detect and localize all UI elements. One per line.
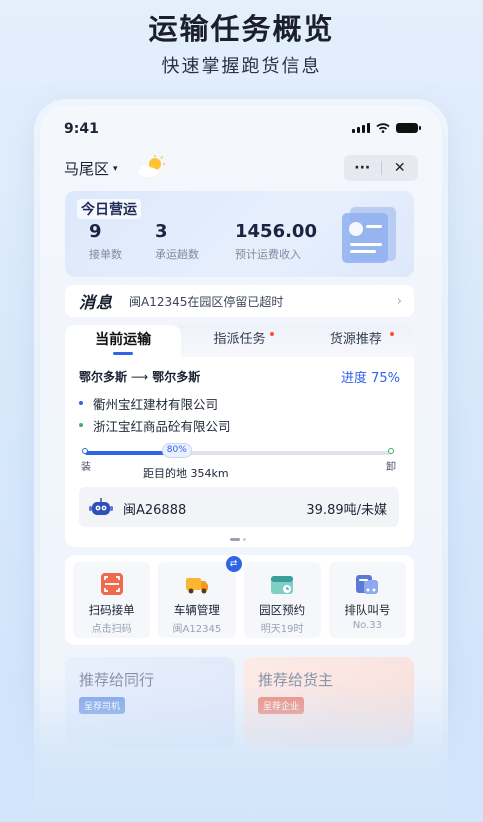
- status-time: 9:41: [64, 121, 99, 137]
- recommend-title: 推荐给同行: [79, 671, 155, 689]
- chevron-down-icon: ▾: [113, 163, 118, 174]
- action-name: 车辆管理: [173, 603, 220, 617]
- progress-label: 进度 75%: [340, 371, 400, 386]
- orders-label: 接单数: [89, 248, 122, 261]
- battery-icon: [396, 123, 421, 133]
- tab-label: 指派任务: [213, 332, 266, 347]
- report-document-icon: [342, 207, 396, 263]
- tab-label: 货源推荐: [329, 332, 382, 347]
- transport-tabs: 当前运输 指派任务 货源推荐: [65, 325, 414, 357]
- unload-label: 卸: [386, 462, 396, 473]
- trips-label: 承运趟数: [155, 248, 199, 261]
- qr-scan-icon: [100, 573, 123, 595]
- action-vehicle-manage[interactable]: ⇄ 车辆管理 闽A12345: [158, 556, 242, 638]
- chevron-right-icon: ›: [396, 293, 402, 309]
- income-label: 预计运费收入: [235, 248, 301, 261]
- location-name: 马尾区: [64, 160, 110, 178]
- phone-screen: 9:41 马尾区 ▾ ··· ✕ 今日营运 9 接单数 3 承运趟数 1456.…: [40, 105, 442, 822]
- action-name: 园区预约: [259, 603, 306, 617]
- action-name: 扫码接单: [88, 603, 135, 617]
- route-from: 鄂尔多斯: [79, 370, 128, 384]
- distance-remaining: 距目的地 354km: [143, 467, 229, 480]
- recommend-shipper-card[interactable]: 推荐给货主 呈荐企业: [244, 657, 414, 747]
- origin-dot-icon: [79, 401, 83, 405]
- action-park-booking[interactable]: 园区预约 明天19时: [243, 562, 321, 638]
- today-operations-card[interactable]: 今日营运 9 接单数 3 承运趟数 1456.00 预计运费收入: [65, 191, 414, 277]
- route-to: 鄂尔多斯: [152, 370, 201, 384]
- tab-current-transport[interactable]: 当前运输: [65, 325, 182, 357]
- orders-count: 9: [89, 221, 102, 242]
- action-name: 排队叫号: [344, 603, 391, 617]
- recommend-tag: 呈荐司机: [79, 697, 126, 714]
- signal-icon: [352, 123, 370, 133]
- location-selector[interactable]: 马尾区 ▾: [64, 158, 118, 179]
- vehicle-cargo: 39.89吨/未媒: [306, 503, 387, 518]
- close-button[interactable]: ✕: [382, 160, 419, 176]
- hero-title: 运输任务概览: [148, 12, 335, 46]
- notification-dot: [269, 332, 274, 336]
- page-indicator: [229, 538, 246, 541]
- status-bar: 9:41: [64, 121, 421, 141]
- action-sub: 明天19时: [260, 624, 304, 635]
- robot-icon: [89, 498, 113, 515]
- vehicle-row[interactable]: 闽A26888 39.89吨/未媒: [79, 487, 399, 527]
- recommend-title: 推荐给货主: [258, 671, 334, 689]
- action-sub: 点击扫码: [91, 624, 132, 635]
- location-row: 马尾区 ▾ ··· ✕: [64, 155, 418, 181]
- mini-program-capsule: ··· ✕: [344, 155, 418, 181]
- route-line: 鄂尔多斯 ⟶ 鄂尔多斯: [79, 368, 200, 385]
- origin-company: 衢州宝红建材有限公司: [93, 397, 219, 412]
- arrow-right-icon: ⟶: [131, 370, 149, 384]
- progress-track: [85, 451, 391, 455]
- message-title: 消息: [79, 293, 114, 312]
- start-marker: [82, 448, 88, 454]
- more-button[interactable]: ···: [344, 160, 381, 176]
- swap-icon[interactable]: ⇄: [225, 556, 242, 572]
- wifi-icon: [376, 123, 390, 133]
- action-queue-number[interactable]: 排队叫号 No.33: [328, 562, 406, 638]
- status-icons: [352, 123, 421, 133]
- message-bar[interactable]: 消息 闽A12345在园区停留已超时 ›: [65, 285, 414, 317]
- destination-company: 浙江宝红商品砼有限公司: [93, 419, 231, 434]
- today-tag: 今日营运: [77, 199, 141, 219]
- tab-label: 当前运输: [95, 332, 152, 348]
- progress-percent-pill: 80%: [161, 443, 192, 458]
- end-marker: [388, 448, 394, 454]
- quick-actions: 扫码接单 点击扫码 ⇄ 车辆管理 闽A12345 园区预约 明天19时 排队叫号…: [65, 555, 414, 645]
- hero-subtitle: 快速掌握跑货信息: [161, 56, 322, 77]
- action-sub: No.33: [352, 620, 383, 631]
- action-sub: 闽A12345: [172, 624, 222, 635]
- recommend-tag: 呈荐企业: [258, 697, 305, 714]
- vehicle-plate: 闽A26888: [123, 503, 187, 518]
- load-label: 装: [81, 462, 91, 473]
- action-scan-order[interactable]: 扫码接单 点击扫码: [73, 562, 151, 638]
- truck-icon: [185, 578, 208, 594]
- tab-cargo-recommend[interactable]: 货源推荐: [298, 325, 414, 357]
- calendar-icon: [271, 576, 294, 594]
- message-text: 闽A12345在园区停留已超时: [129, 294, 284, 309]
- transport-card: 当前运输 指派任务 货源推荐 鄂尔多斯 ⟶ 鄂尔多斯 进度 75% 衢州宝红建材有限…: [65, 325, 414, 547]
- queue-icon: [356, 575, 379, 594]
- sun-cloud-icon: [138, 155, 165, 177]
- destination-dot-icon: [79, 423, 83, 427]
- income-value: 1456.00: [235, 221, 317, 242]
- tab-assigned-tasks[interactable]: 指派任务: [181, 325, 297, 357]
- trips-count: 3: [155, 221, 168, 242]
- notification-dot: [389, 332, 394, 336]
- recommend-peers-card[interactable]: 推荐给同行 呈荐司机: [65, 657, 235, 747]
